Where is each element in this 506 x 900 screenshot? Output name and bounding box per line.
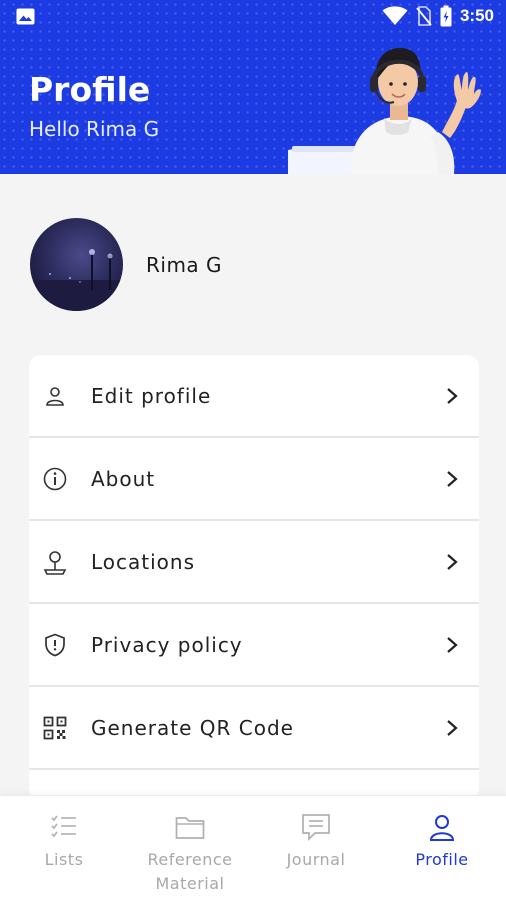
menu-item-label: Edit profile (91, 383, 212, 408)
profile-menu: Edit profile About Locations Privacy pol… (29, 355, 479, 800)
nav-label: Lists (44, 850, 84, 869)
folder-icon (175, 812, 205, 842)
nav-item-journal[interactable]: Journal (253, 812, 379, 872)
avatar[interactable] (30, 218, 123, 311)
user-icon (427, 812, 457, 842)
no-sim-icon (416, 6, 432, 26)
nav-label: Profile (415, 850, 469, 869)
nav-item-lists[interactable]: Lists (1, 812, 127, 872)
shield-icon (42, 632, 68, 658)
menu-item-generate-qr-code[interactable]: Generate QR Code (29, 687, 479, 770)
info-icon (42, 466, 68, 492)
chevron-right-icon (447, 636, 458, 653)
nav-item-profile[interactable]: Profile (379, 812, 505, 872)
status-bar: 3:50 (0, 0, 506, 34)
page-title: Profile (29, 70, 151, 109)
menu-item-locations[interactable]: Locations (29, 521, 479, 604)
bottom-navigation: Lists Reference Material Journal Profile (0, 795, 506, 900)
qr-code-icon (42, 715, 68, 741)
nav-item-reference-material[interactable]: Reference Material (127, 812, 253, 896)
profile-header: 3:50 Profile Hello Rima G (0, 0, 506, 174)
battery-icon (440, 5, 452, 27)
nav-label: Journal (286, 850, 346, 869)
chevron-right-icon (447, 553, 458, 570)
user-name: Rima G (146, 252, 223, 277)
menu-item-label: Generate QR Code (91, 715, 294, 740)
menu-item-label: Privacy policy (91, 632, 243, 657)
avatar-night-image (30, 218, 123, 311)
menu-item-label: About (91, 466, 156, 491)
image-notification-icon (16, 8, 35, 25)
message-icon (301, 812, 331, 842)
wifi-icon (382, 6, 408, 25)
menu-item-edit-profile[interactable]: Edit profile (29, 355, 479, 438)
menu-item-privacy-policy[interactable]: Privacy policy (29, 604, 479, 687)
nav-label: Reference Material (147, 850, 233, 893)
chevron-right-icon (447, 470, 458, 487)
chevron-right-icon (447, 387, 458, 404)
checklist-icon (49, 812, 79, 842)
chevron-right-icon (447, 719, 458, 736)
profile-summary: Rima G (30, 218, 222, 311)
status-time: 3:50 (459, 6, 494, 25)
user-icon (42, 383, 68, 409)
menu-item-label: Locations (91, 549, 196, 574)
greeting-subtitle: Hello Rima G (29, 117, 160, 141)
location-pin-icon (42, 549, 68, 575)
support-agent-illustration (288, 48, 481, 174)
menu-item-about[interactable]: About (29, 438, 479, 521)
